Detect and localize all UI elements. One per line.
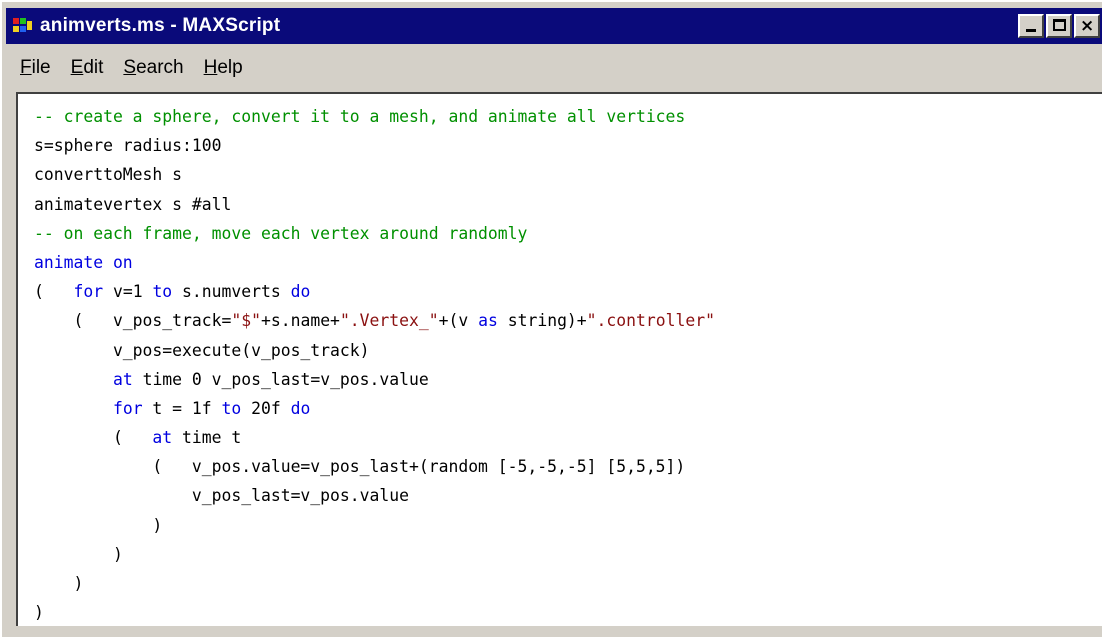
code-token-plain: ) — [34, 515, 163, 535]
code-token-plain: ) — [34, 603, 44, 623]
code-line[interactable]: ) — [34, 569, 715, 598]
code-token-plain: s.numverts — [172, 282, 291, 302]
code-token-comment: -- on each frame, move each vertex aroun… — [34, 223, 528, 243]
code-line[interactable]: -- on each frame, move each vertex aroun… — [34, 219, 715, 248]
code-token-keyword: do — [290, 398, 311, 418]
code-line[interactable]: ) — [34, 598, 715, 627]
close-button[interactable]: × — [1074, 14, 1100, 38]
code-line[interactable]: animatevertex s #all — [34, 190, 715, 219]
code-line[interactable]: ( v_pos_track="$"+s.name+".Vertex_"+(v a… — [34, 306, 715, 335]
code-token-plain: 20f — [241, 398, 291, 418]
code-token-plain: ) — [34, 544, 123, 564]
code-token-string: ".controller" — [586, 311, 715, 331]
code-token-keyword: to — [152, 282, 173, 302]
code-line[interactable]: -- create a sphere, convert it to a mesh… — [34, 102, 715, 131]
code-token-plain: ( — [34, 282, 74, 302]
menu-edit[interactable]: Edit — [71, 57, 104, 79]
code-token-plain: v_pos=execute(v_pos_track) — [34, 340, 370, 360]
code-line[interactable]: ( v_pos.value=v_pos_last+(random [-5,-5,… — [34, 452, 715, 481]
code-token-plain: time t — [172, 428, 242, 448]
code-token-comment: -- create a sphere, convert it to a mesh… — [34, 107, 686, 126]
maxscript-window: animverts.ms - MAXScript × File Edit Sea… — [0, 0, 1102, 637]
code-line[interactable]: ) — [34, 540, 715, 569]
code-line[interactable]: animate on — [34, 248, 715, 277]
code-token-plain: ( v_pos.value=v_pos_last+(random [-5,-5,… — [34, 457, 686, 477]
code-token-plain: ) — [34, 574, 84, 593]
code-token-plain: +(v — [438, 311, 479, 331]
code-line[interactable]: v_pos_last=v_pos.value — [34, 481, 715, 510]
code-token-plain: string)+ — [497, 311, 587, 331]
code-token-plain: v=1 — [103, 282, 153, 302]
code-line[interactable]: converttoMesh s — [34, 160, 715, 189]
code-line[interactable]: at time 0 v_pos_last=v_pos.value — [34, 365, 715, 394]
window-title: animverts.ms - MAXScript — [40, 15, 281, 36]
maximize-button[interactable] — [1046, 14, 1072, 38]
code-token-plain: time 0 v_pos_last=v_pos.value — [132, 369, 429, 389]
code-token-keyword: for — [73, 282, 104, 302]
code-token-keyword: to — [221, 398, 242, 418]
code-token-plain: t = 1f — [142, 398, 222, 418]
minimize-button[interactable] — [1018, 14, 1044, 38]
code-token-plain: s=sphere radius:100 — [34, 136, 222, 156]
code-line[interactable]: ) — [34, 511, 715, 540]
code-token-keyword: at — [152, 428, 173, 448]
maximize-icon — [1053, 19, 1066, 31]
code-line[interactable]: s=sphere radius:100 — [34, 131, 715, 160]
code-line[interactable]: ( for v=1 to s.numverts do — [34, 277, 715, 306]
maxscript-app-icon[interactable] — [12, 15, 34, 37]
code-token-string: ".Vertex_" — [339, 311, 439, 331]
code-area[interactable]: -- create a sphere, convert it to a mesh… — [34, 102, 715, 627]
code-line[interactable]: ( at time t — [34, 423, 715, 452]
menu-bar: File Edit Search Help — [6, 50, 249, 86]
code-token-plain: +s.name+ — [260, 311, 340, 331]
window-controls: × — [1018, 14, 1102, 38]
code-token-plain: v_pos_last=v_pos.value — [34, 486, 409, 506]
code-token-plain: converttoMesh s — [34, 165, 183, 185]
title-bar[interactable]: animverts.ms - MAXScript × — [6, 8, 1102, 44]
minimize-icon — [1026, 29, 1036, 32]
code-token-keyword: animate on — [34, 252, 133, 272]
code-line[interactable]: v_pos=execute(v_pos_track) — [34, 336, 715, 365]
menu-help[interactable]: Help — [204, 57, 243, 79]
menu-search[interactable]: Search — [123, 57, 183, 79]
script-editor[interactable]: -- create a sphere, convert it to a mesh… — [16, 92, 1102, 626]
code-token-keyword: do — [290, 282, 311, 302]
code-token-keyword: as — [478, 311, 498, 331]
code-token-plain: ( v_pos_track= — [34, 311, 232, 331]
close-icon: × — [1080, 16, 1095, 36]
code-token-keyword: at — [112, 369, 133, 389]
code-token-plain: animatevertex s #all — [34, 194, 232, 214]
code-token-string: "$" — [231, 311, 261, 331]
code-token-plain: ( — [34, 428, 153, 448]
menu-file[interactable]: File — [20, 57, 51, 79]
code-line[interactable]: for t = 1f to 20f do — [34, 394, 715, 423]
code-token-keyword: for — [112, 398, 143, 418]
